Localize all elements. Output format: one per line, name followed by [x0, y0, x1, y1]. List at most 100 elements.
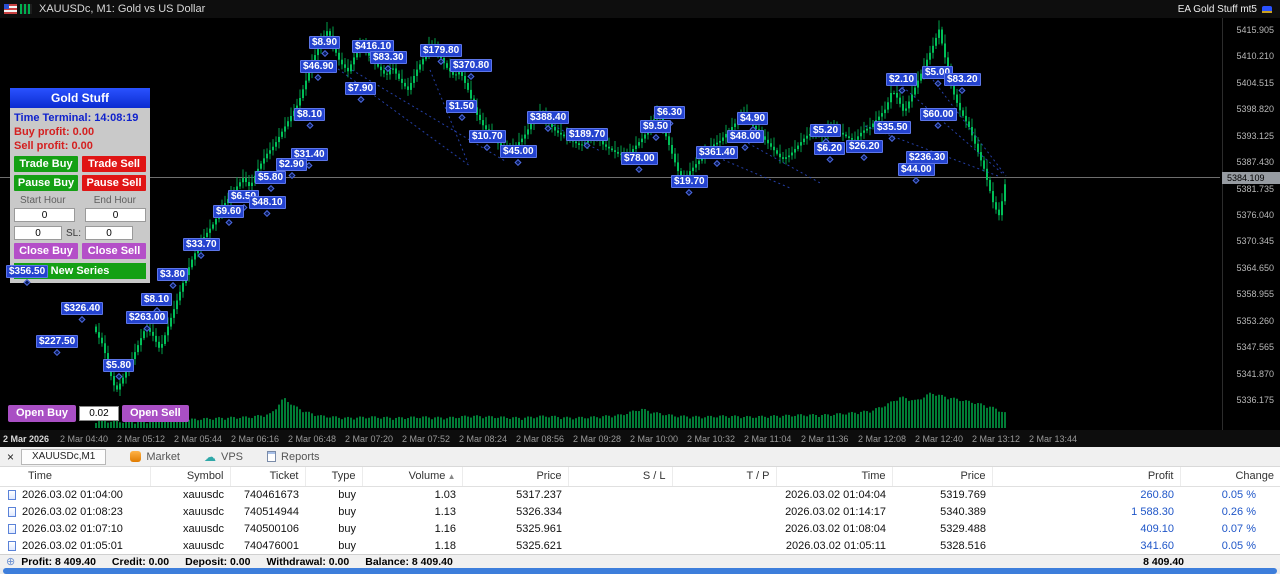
time-axis-label: 2 Mar 05:44	[174, 433, 223, 444]
chart-area[interactable]: 5415.905 5410.210 5404.515 5398.820 5393.125…	[0, 18, 1280, 430]
horizontal-scrollbar[interactable]	[0, 568, 1280, 574]
table-row[interactable]: 2026.03.02 01:05:01 xauusdc 740476001 buy 1.…	[0, 537, 1280, 554]
column-header-tp[interactable]: T / P	[671, 467, 776, 487]
table-cell[interactable]: buy	[305, 503, 362, 520]
buy-profit-label: Buy profit: 0.00	[14, 126, 95, 138]
column-header-ticket[interactable]: Ticket	[229, 467, 305, 487]
table-cell[interactable]: 740476001	[230, 537, 305, 554]
current-price-tag: 5384.109	[1222, 171, 1280, 184]
table-cell[interactable]: xauusdc	[150, 486, 230, 503]
table-row[interactable]: 2026.03.02 01:08:23 xauusdc 740514944 buy 1.…	[0, 503, 1280, 520]
table-cell[interactable]: 0.26 %	[1180, 503, 1280, 520]
table-cell[interactable]: xauusdc	[150, 503, 230, 520]
table-cell[interactable]: 5329.488	[892, 520, 992, 537]
table-cell[interactable]: 1.16	[362, 520, 462, 537]
sl-input[interactable]	[85, 226, 134, 240]
reports-label: Reports	[281, 450, 320, 463]
time-axis[interactable]: 2 Mar 2026 2 Mar 04:40 2 Mar 05:12 2 Mar 05…	[0, 430, 1280, 447]
table-cell[interactable]: 2026.03.02 01:07:10	[0, 520, 150, 537]
candlestick-chart	[0, 20, 1220, 428]
column-header-type[interactable]: Type	[304, 467, 362, 487]
table-cell[interactable]	[672, 537, 776, 554]
table-cell[interactable]: 5317.237	[462, 486, 568, 503]
table-cell[interactable]: 409.10	[992, 520, 1180, 537]
table-cell[interactable]: 5340.389	[892, 503, 992, 520]
column-header-profit[interactable]: Profit	[991, 467, 1180, 487]
table-cell[interactable]: buy	[305, 537, 362, 554]
table-cell[interactable]: 2026.03.02 01:05:01	[0, 537, 150, 554]
table-cell[interactable]: 5325.621	[462, 537, 568, 554]
table-cell[interactable]	[568, 537, 672, 554]
panel-title[interactable]: Gold Stuff	[10, 88, 150, 108]
column-header-change[interactable]: Change	[1179, 467, 1280, 487]
ea-tophat-icon	[1262, 5, 1272, 13]
table-row[interactable]: 2026.03.02 01:04:00 xauusdc 740461673 buy 1.…	[0, 486, 1280, 503]
table-cell[interactable]: buy	[305, 486, 362, 503]
new-series-button[interactable]: New Series	[14, 263, 146, 279]
table-cell[interactable]: xauusdc	[150, 537, 230, 554]
trade-sell-button[interactable]: Trade Sell	[82, 156, 146, 172]
window-title: XAUUSDc, M1: Gold vs US Dollar	[39, 3, 206, 15]
table-cell[interactable]: 740461673	[230, 486, 305, 503]
trade-buy-button[interactable]: Trade Buy	[14, 156, 78, 172]
table-cell[interactable]	[568, 503, 672, 520]
price-axis-label: 5404.515	[1236, 77, 1274, 88]
column-header-symbol[interactable]: Symbol	[149, 467, 230, 487]
table-cell[interactable]: 5326.334	[462, 503, 568, 520]
table-cell[interactable]: 260.80	[992, 486, 1180, 503]
table-cell[interactable]: 2026.03.02 01:05:11	[776, 537, 892, 554]
close-icon[interactable]: ×	[7, 451, 14, 463]
table-cell[interactable]: 2026.03.02 01:04:04	[776, 486, 892, 503]
table-cell[interactable]: 2026.03.02 01:04:00	[0, 486, 150, 503]
toolbar-item-reports[interactable]: Reports	[267, 451, 320, 463]
column-header-sl[interactable]: S / L	[567, 467, 672, 487]
table-cell[interactable]: 740514944	[230, 503, 305, 520]
table-cell[interactable]: 1.13	[362, 503, 462, 520]
table-row[interactable]: 2026.03.02 01:07:10 xauusdc 740500106 buy 1.…	[0, 520, 1280, 537]
status-bar: ⊕ Profit: 8 409.40 Credit: 0.00 Deposit:…	[0, 554, 1280, 568]
column-header-price[interactable]: Price	[891, 467, 992, 487]
table-cell[interactable]: buy	[305, 520, 362, 537]
table-cell[interactable]: 0.07 %	[1180, 520, 1280, 537]
table-cell[interactable]	[672, 486, 776, 503]
table-cell[interactable]: 2026.03.02 01:08:23	[0, 503, 150, 520]
lot-size-input[interactable]	[78, 406, 119, 421]
column-header-time[interactable]: Time	[775, 467, 892, 487]
table-cell[interactable]: 341.60	[992, 537, 1180, 554]
table-cell[interactable]	[672, 520, 776, 537]
toolbar-item-market[interactable]: Market	[130, 451, 180, 463]
table-cell[interactable]: 2026.03.02 01:14:17	[776, 503, 892, 520]
table-cell[interactable]: 5325.961	[462, 520, 568, 537]
table-cell[interactable]: 5328.516	[892, 537, 992, 554]
open-sell-button[interactable]: Open Sell	[121, 405, 189, 422]
table-cell[interactable]: 0.05 %	[1180, 537, 1280, 554]
close-buy-button[interactable]: Close Buy	[14, 243, 78, 259]
table-cell[interactable]: 0.05 %	[1180, 486, 1280, 503]
time-axis-label: 2 Mar 2026	[3, 433, 50, 444]
toolbar-item-vps[interactable]: ☁ VPS	[204, 451, 243, 463]
column-header-volume[interactable]: Volume ▲	[361, 467, 462, 487]
column-header-time[interactable]: Time	[0, 467, 150, 487]
table-cell[interactable]: 1.18	[362, 537, 462, 554]
column-header-price[interactable]: Price	[461, 467, 568, 487]
pause-buy-button[interactable]: Pause Buy	[14, 175, 78, 191]
table-cell[interactable]	[568, 520, 672, 537]
scrollbar-thumb[interactable]	[3, 568, 1277, 574]
table-cell[interactable]: xauusdc	[150, 520, 230, 537]
start-hour-input[interactable]	[14, 208, 75, 222]
open-buy-button[interactable]: Open Buy	[8, 405, 76, 422]
table-cell[interactable]: 2026.03.02 01:08:04	[776, 520, 892, 537]
close-sell-button[interactable]: Close Sell	[82, 243, 146, 259]
tab-xauusdc-m1[interactable]: XAUUSDc,M1	[21, 448, 107, 465]
table-cell[interactable]: 5319.769	[892, 486, 992, 503]
time-axis-label: 2 Mar 06:16	[231, 433, 280, 444]
table-cell[interactable]: 1 588.30	[992, 503, 1180, 520]
table-cell[interactable]	[672, 503, 776, 520]
pause-sell-button[interactable]: Pause Sell	[82, 175, 146, 191]
table-cell[interactable]	[568, 486, 672, 503]
end-hour-input[interactable]	[85, 208, 146, 222]
tp-input[interactable]	[14, 226, 62, 240]
table-cell[interactable]: 1.03	[362, 486, 462, 503]
table-cell[interactable]: 740500106	[230, 520, 305, 537]
vps-label: VPS	[221, 450, 244, 463]
